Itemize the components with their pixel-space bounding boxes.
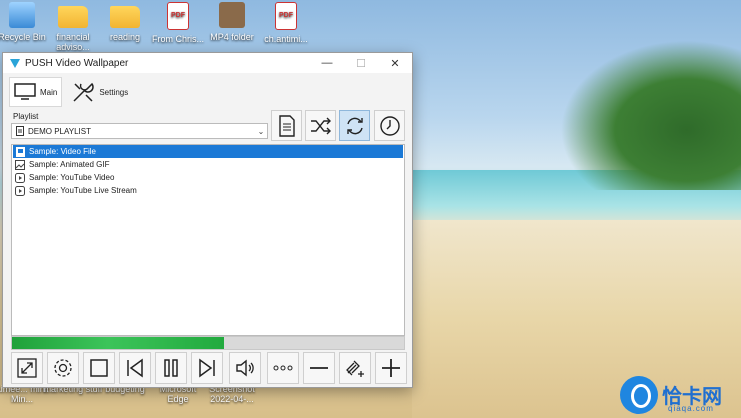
tab-strip: Main Settings: [3, 73, 412, 107]
minimize-button[interactable]: —: [310, 57, 344, 69]
watermark-logo: 恰卡网 qiaqa.com: [618, 374, 741, 418]
progress-fill: [12, 337, 224, 349]
video-file-icon: [15, 146, 25, 157]
chevron-down-icon: ⌄: [257, 126, 265, 136]
list-item[interactable]: Sample: Video File: [13, 145, 403, 158]
add-button[interactable]: [375, 352, 407, 384]
tab-main[interactable]: Main: [9, 77, 63, 107]
more-button[interactable]: [267, 352, 299, 384]
title-bar[interactable]: PUSH Video Wallpaper — ☐ ✕: [3, 53, 412, 73]
next-icon: [199, 358, 215, 378]
pdf-icon: PDF: [275, 2, 297, 30]
add-url-button[interactable]: [339, 352, 371, 384]
pdf-icon: PDF: [167, 2, 189, 30]
desktop-icon-pdf-1[interactable]: PDF From Chris...: [148, 0, 208, 44]
folder-icon: [58, 6, 88, 28]
play-icon: [15, 172, 25, 183]
remove-icon: [310, 367, 328, 369]
playlist-dropdown[interactable]: DEMO PLAYLIST ⌄: [11, 123, 268, 139]
volume-icon: [236, 359, 254, 377]
list-item[interactable]: Sample: Animated GIF: [13, 158, 403, 171]
window-title: PUSH Video Wallpaper: [25, 57, 129, 69]
desktop-icon-mp4[interactable]: MP4 folder: [202, 0, 262, 42]
volume-button[interactable]: [229, 352, 261, 384]
settings-button[interactable]: [47, 352, 79, 384]
previous-button[interactable]: [119, 352, 151, 384]
fullscreen-icon: [17, 358, 37, 378]
image-icon: [15, 159, 25, 170]
new-playlist-icon: [278, 114, 295, 137]
shuffle-button[interactable]: [305, 110, 336, 141]
desktop-icon-document[interactable]: financial adviso...: [43, 0, 103, 52]
pause-icon: [164, 359, 178, 377]
app-logo-icon: [10, 59, 20, 68]
tab-main-label: Main: [40, 87, 58, 97]
pause-button[interactable]: [155, 352, 187, 384]
settings-icon: [54, 359, 72, 377]
playback-controls: [11, 352, 407, 384]
maximize-button[interactable]: ☐: [344, 57, 378, 70]
new-playlist-button[interactable]: [271, 110, 302, 141]
mp4-file-icon: [219, 2, 245, 28]
add-url-icon: [346, 360, 364, 377]
fullscreen-button[interactable]: [11, 352, 43, 384]
previous-icon: [127, 358, 143, 378]
next-button[interactable]: [191, 352, 223, 384]
remove-button[interactable]: [303, 352, 335, 384]
playlist-label: Playlist: [13, 112, 39, 121]
playlist-selected-value: DEMO PLAYLIST: [28, 126, 91, 136]
add-icon: [382, 359, 400, 377]
desktop-icon-reading[interactable]: reading: [95, 0, 155, 42]
list-item[interactable]: Sample: YouTube Live Stream: [13, 184, 403, 197]
tab-settings[interactable]: Settings: [66, 77, 133, 107]
more-icon: [273, 365, 293, 371]
loop-icon: [346, 117, 363, 134]
timer-icon: [379, 115, 400, 136]
stop-button[interactable]: [83, 352, 115, 384]
play-icon: [15, 185, 25, 196]
close-button[interactable]: ✕: [378, 57, 412, 70]
desktop-island: [560, 40, 741, 190]
recycle-bin-icon: [9, 2, 35, 28]
playlist-items-list[interactable]: Sample: Video File Sample: Animated GIF …: [11, 144, 405, 336]
timer-button[interactable]: [374, 110, 405, 141]
desktop-icon-pdf-2[interactable]: PDF ch.antimi...: [256, 0, 316, 44]
monitor-icon: [14, 83, 36, 100]
watermark-circle-icon: [620, 376, 658, 414]
tools-icon: [73, 82, 95, 102]
folder-icon: [110, 6, 140, 28]
playback-progress-bar[interactable]: [11, 336, 405, 350]
shuffle-icon: [310, 117, 331, 134]
tab-settings-label: Settings: [99, 87, 129, 97]
playlist-file-icon: [16, 126, 24, 136]
loop-button[interactable]: [339, 110, 370, 141]
list-item[interactable]: Sample: YouTube Video: [13, 171, 403, 184]
stop-icon: [90, 359, 108, 377]
push-video-wallpaper-window: PUSH Video Wallpaper — ☐ ✕ Main Settings…: [2, 52, 413, 388]
